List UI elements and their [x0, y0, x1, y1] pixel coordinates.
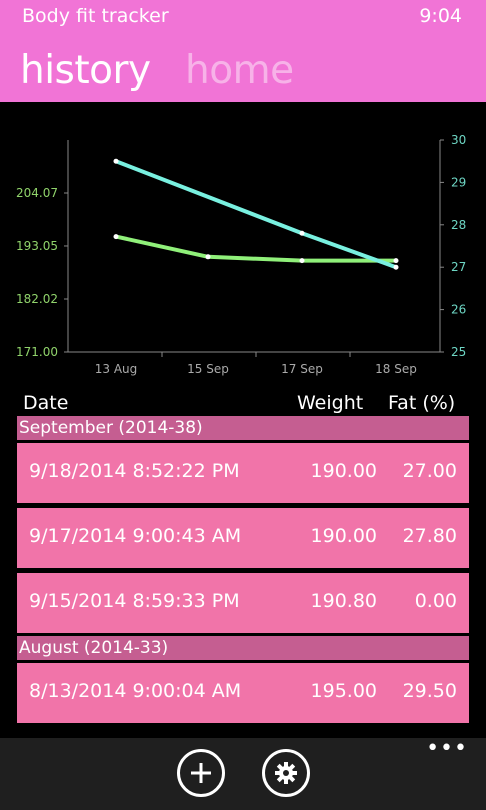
weight-series-line — [115, 234, 396, 263]
data-point — [393, 258, 399, 264]
status-time: 9:04 — [419, 5, 462, 27]
entry-weight: 190.00 — [310, 460, 377, 482]
right-tick-label: 30 — [451, 133, 466, 147]
add-icon — [191, 763, 211, 783]
history-chart: 171.00 182.02 193.05 204.07 25 26 27 28 29 30 13… — [16, 133, 466, 376]
pivot-tabs: history home — [20, 48, 316, 93]
left-tick-label: 204.07 — [16, 186, 58, 200]
app-bar: ••• — [0, 738, 486, 810]
entry-fat: 27.00 — [402, 460, 457, 482]
list-item[interactable]: 9/18/2014 8:52:22 PM 190.00 27.00 — [17, 443, 469, 503]
entry-fat: 0.00 — [414, 590, 457, 612]
data-point — [299, 230, 305, 236]
column-fat: Fat (%) — [388, 392, 456, 414]
right-tick-label: 28 — [451, 218, 466, 232]
fat-series-line — [115, 159, 397, 270]
data-point — [393, 264, 399, 270]
list-item[interactable]: 9/15/2014 8:59:33 PM 190.80 0.00 — [17, 573, 469, 633]
group-header-august: August (2014-33) — [17, 636, 469, 660]
settings-icon — [275, 762, 297, 784]
entry-date: 9/17/2014 9:00:43 AM — [29, 525, 242, 547]
group-header-september: September (2014-38) — [17, 416, 469, 440]
list-item[interactable]: 8/13/2014 9:00:04 AM 195.00 29.50 — [17, 663, 469, 723]
settings-button[interactable] — [262, 749, 310, 797]
tab-home[interactable]: home — [185, 48, 294, 93]
right-tick-label: 29 — [451, 175, 466, 189]
entry-date: 8/13/2014 9:00:04 AM — [29, 680, 242, 702]
data-point — [205, 254, 211, 260]
entry-date: 9/15/2014 8:59:33 PM — [29, 590, 240, 612]
entry-weight: 190.80 — [310, 590, 377, 612]
entry-fat: 29.50 — [402, 680, 457, 702]
more-button[interactable]: ••• — [426, 738, 468, 760]
data-point — [113, 234, 119, 240]
data-point — [299, 258, 305, 264]
entry-fat: 27.80 — [402, 525, 457, 547]
x-tick-label: 15 Sep — [187, 362, 229, 376]
right-tick-label: 26 — [451, 303, 466, 317]
left-tick-label: 193.05 — [16, 239, 58, 253]
entry-weight: 190.00 — [310, 525, 377, 547]
x-tick-label: 17 Sep — [281, 362, 323, 376]
x-tick-label: 18 Sep — [375, 362, 417, 376]
tab-history[interactable]: history — [20, 48, 151, 93]
add-button[interactable] — [177, 749, 225, 797]
list-item[interactable]: 9/17/2014 9:00:43 AM 190.00 27.80 — [17, 508, 469, 568]
column-headers: Date Weight Fat (%) — [0, 392, 486, 416]
data-point — [113, 158, 119, 164]
left-tick-label: 182.02 — [16, 292, 58, 306]
left-tick-label: 171.00 — [16, 345, 58, 359]
app-title: Body fit tracker — [22, 5, 169, 27]
header: Body fit tracker 9:04 history home — [0, 0, 486, 102]
entry-weight: 195.00 — [310, 680, 377, 702]
column-date: Date — [23, 392, 69, 414]
right-tick-label: 25 — [451, 345, 466, 359]
right-tick-label: 27 — [451, 260, 466, 274]
x-tick-label: 13 Aug — [95, 362, 138, 376]
column-weight: Weight — [297, 392, 364, 414]
entry-date: 9/18/2014 8:52:22 PM — [29, 460, 240, 482]
